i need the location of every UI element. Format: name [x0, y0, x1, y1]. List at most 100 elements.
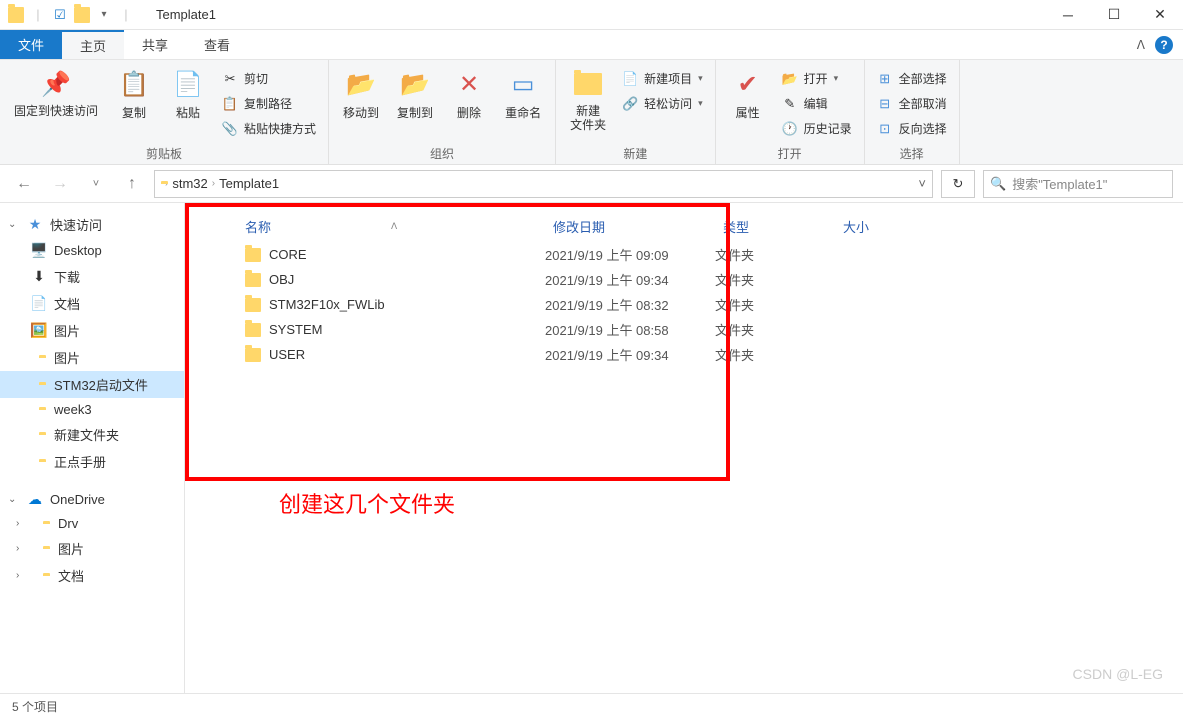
recent-button[interactable]: ˅ — [82, 170, 110, 198]
status-bar: 5 个项目 — [0, 693, 1183, 719]
breadcrumb-item[interactable]: Template1 — [219, 176, 279, 191]
properties-button[interactable]: ✔属性 — [724, 64, 772, 125]
open-button[interactable]: 📂打开 ▾ — [778, 68, 856, 89]
folder-icon — [245, 248, 261, 262]
selectnone-icon: ⊟ — [877, 96, 893, 112]
file-list: 名称ᐱ 修改日期 类型 大小 CORE2021/9/19 上午 09:09文件夹… — [185, 203, 1183, 693]
file-name: STM32F10x_FWLib — [269, 297, 385, 312]
table-row[interactable]: CORE2021/9/19 上午 09:09文件夹 — [185, 242, 1183, 267]
paste-button[interactable]: 📄粘贴 — [164, 64, 212, 125]
newitem-button[interactable]: 📄新建项目 ▾ — [618, 68, 707, 89]
column-size[interactable]: 大小 — [835, 211, 915, 242]
file-name: CORE — [269, 247, 307, 262]
sidebar-item[interactable]: 🖥️ Desktop — [0, 238, 184, 263]
breadcrumb[interactable]: › stm32 › Template1 ˅ — [154, 170, 933, 198]
edit-button[interactable]: ✎编辑 — [778, 93, 856, 114]
onedrive-node[interactable]: ⌄☁OneDrive — [0, 487, 184, 512]
group-select: ⊞全部选择 ⊟全部取消 ⊡反向选择 选择 — [865, 60, 960, 164]
invert-icon: ⊡ — [877, 121, 893, 137]
chevron-down-icon[interactable]: ˅ — [918, 176, 926, 191]
group-label: 剪贴板 — [8, 143, 320, 162]
history-icon: 🕐 — [782, 121, 798, 137]
folder-icon: 🖥️ — [30, 242, 48, 259]
dropdown-icon[interactable]: ▾ — [96, 7, 112, 23]
easyaccess-icon: 🔗 — [622, 96, 638, 112]
copy-button[interactable]: 📋复制 — [110, 64, 158, 125]
easyaccess-button[interactable]: 🔗轻松访问 ▾ — [618, 93, 707, 114]
tab-file[interactable]: 文件 — [0, 30, 62, 59]
table-row[interactable]: STM32F10x_FWLib2021/9/19 上午 08:32文件夹 — [185, 292, 1183, 317]
sidebar-item-label: Desktop — [54, 243, 102, 258]
sidebar-item[interactable]: ›图片 — [0, 535, 184, 562]
column-date[interactable]: 修改日期 — [545, 211, 715, 242]
folder-icon: ⬇ — [30, 268, 48, 285]
file-type: 文件夹 — [715, 295, 835, 314]
column-name[interactable]: 名称ᐱ — [205, 211, 545, 242]
selectall-button[interactable]: ⊞全部选择 — [873, 68, 951, 89]
copyto-button[interactable]: 📂复制到 — [391, 64, 439, 125]
quick-access-toolbar: | ☑ ▾ | — [0, 7, 142, 23]
delete-button[interactable]: ✕删除 — [445, 64, 493, 125]
file-name: OBJ — [269, 272, 294, 287]
maximize-button[interactable]: ☐ — [1091, 0, 1137, 30]
close-button[interactable]: ✕ — [1137, 0, 1183, 30]
moveto-button[interactable]: 📂移动到 — [337, 64, 385, 125]
cut-button[interactable]: ✂剪切 — [218, 68, 320, 89]
minimize-button[interactable]: ─ — [1045, 0, 1091, 30]
folder-icon — [245, 348, 261, 362]
breadcrumb-item[interactable]: stm32 — [172, 176, 207, 191]
sort-icon: ᐱ — [391, 221, 397, 232]
sidebar-item[interactable]: 🖼️图片 — [0, 317, 184, 344]
selectnone-button[interactable]: ⊟全部取消 — [873, 93, 951, 114]
copypath-button[interactable]: 📋复制路径 — [218, 93, 320, 114]
forward-button[interactable]: → — [46, 170, 74, 198]
sidebar-item-label: week3 — [54, 402, 92, 417]
chevron-right-icon: › — [212, 178, 215, 189]
selectall-icon: ⊞ — [877, 71, 893, 87]
title-bar: | ☑ ▾ | Template1 ─ ☐ ✕ — [0, 0, 1183, 30]
file-date: 2021/9/19 上午 08:58 — [545, 320, 715, 339]
group-label: 新建 — [564, 143, 707, 162]
quickaccess-node[interactable]: ⌄★快速访问 — [0, 211, 184, 238]
back-button[interactable]: ← — [10, 170, 38, 198]
newfolder-button[interactable]: 新建 文件夹 — [564, 64, 612, 137]
tab-view[interactable]: 查看 — [186, 30, 248, 59]
folder-icon[interactable] — [74, 7, 90, 23]
refresh-button[interactable]: ↻ — [941, 170, 975, 198]
rename-button[interactable]: ▭重命名 — [499, 64, 547, 125]
sidebar-item[interactable]: 图片 — [0, 344, 184, 371]
sidebar-item[interactable]: ⬇下载 — [0, 263, 184, 290]
table-row[interactable]: OBJ2021/9/19 上午 09:34文件夹 — [185, 267, 1183, 292]
column-type[interactable]: 类型 — [715, 211, 835, 242]
chevron-right-icon: › — [165, 178, 168, 189]
delete-icon: ✕ — [453, 68, 485, 100]
help-icon[interactable]: ? — [1155, 36, 1173, 54]
checkbox-icon[interactable]: ☑ — [52, 7, 68, 23]
sidebar-item[interactable]: 正点手册 — [0, 448, 184, 475]
sidebar-item[interactable]: STM32启动文件 — [0, 371, 184, 398]
pin-button[interactable]: 📌固定到快速访问 — [8, 64, 104, 122]
history-button[interactable]: 🕐历史记录 — [778, 118, 856, 139]
table-row[interactable]: SYSTEM2021/9/19 上午 08:58文件夹 — [185, 317, 1183, 342]
sidebar-item[interactable]: 新建文件夹 — [0, 421, 184, 448]
file-name: SYSTEM — [269, 322, 322, 337]
sidebar-item[interactable]: 📄文档 — [0, 290, 184, 317]
sidebar-item[interactable]: ›文档 — [0, 562, 184, 589]
paste-icon: 📄 — [172, 68, 204, 100]
properties-icon: ✔ — [732, 68, 764, 100]
qat-divider: | — [30, 7, 46, 23]
pasteshortcut-button[interactable]: 📎粘贴快捷方式 — [218, 118, 320, 139]
edit-icon: ✎ — [782, 96, 798, 112]
invert-button[interactable]: ⊡反向选择 — [873, 118, 951, 139]
search-input[interactable]: 🔍 搜索"Template1" — [983, 170, 1173, 198]
sidebar-item[interactable]: ›Drv — [0, 512, 184, 535]
up-button[interactable]: ↑ — [118, 170, 146, 198]
newfolder-icon — [572, 68, 604, 100]
group-label: 选择 — [873, 143, 951, 162]
table-row[interactable]: USER2021/9/19 上午 09:34文件夹 — [185, 342, 1183, 367]
tab-share[interactable]: 共享 — [124, 30, 186, 59]
sidebar-item[interactable]: week3 — [0, 398, 184, 421]
sidebar-item-label: 图片 — [58, 539, 84, 558]
tab-home[interactable]: 主页 — [62, 30, 124, 59]
collapse-ribbon-icon[interactable]: ᐱ — [1137, 38, 1145, 52]
